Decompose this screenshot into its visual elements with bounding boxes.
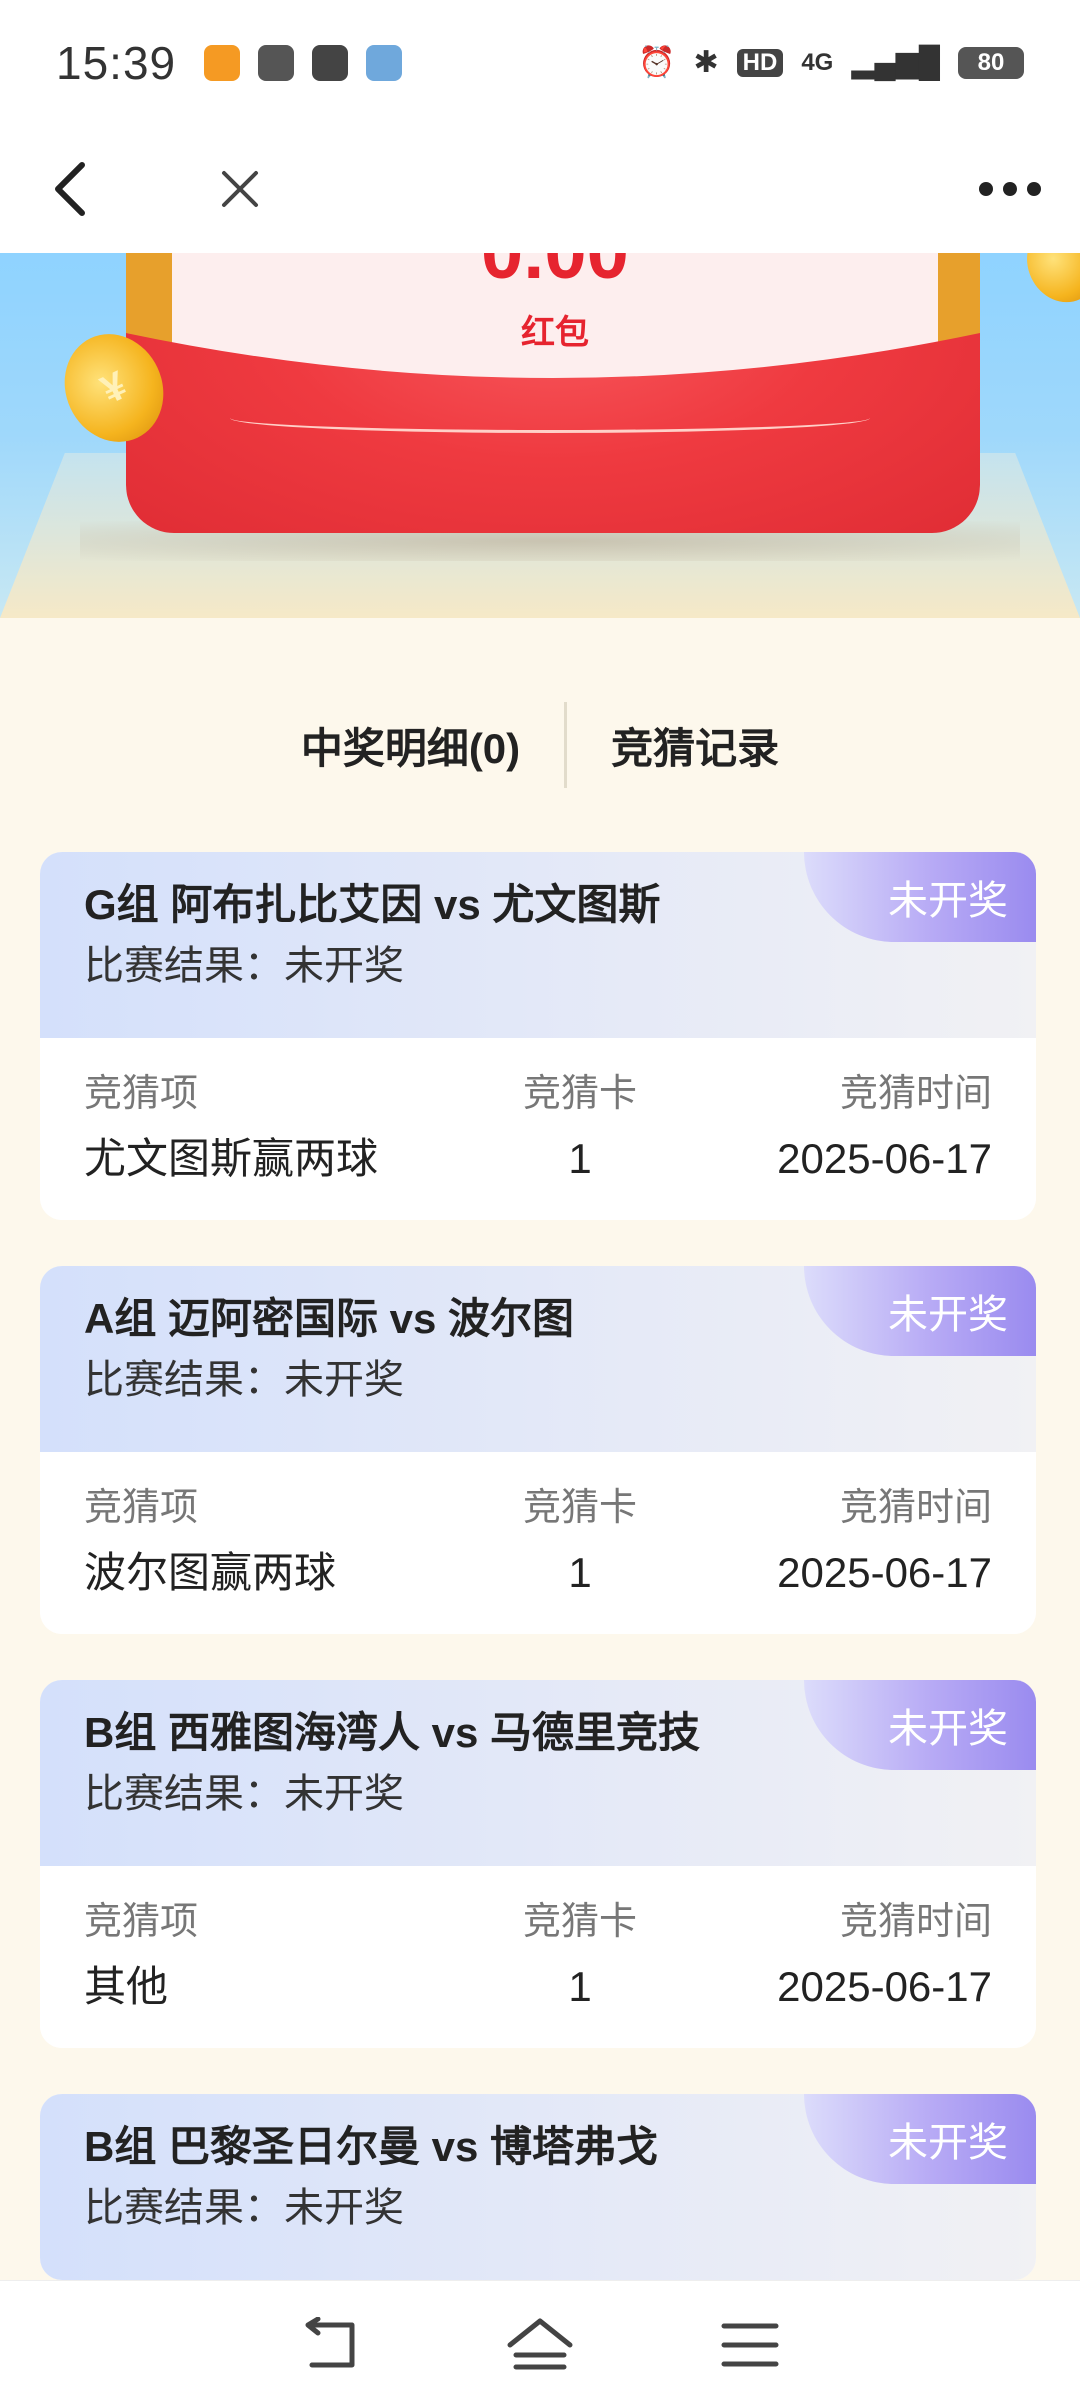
status-time: 15:39 bbox=[56, 36, 177, 89]
card-body: 竞猜项 其他 竞猜卡 1 竞猜时间 2025-06-17 bbox=[40, 1866, 1036, 2048]
status-indicators: ⏰ ✱ HD 4G ▂▄▆█ 80 bbox=[638, 45, 1024, 80]
guess-item-column: 竞猜项 其他 bbox=[84, 1900, 198, 2012]
match-result: 比赛结果：未开奖 bbox=[84, 944, 404, 989]
guess-time-label: 竞猜时间 bbox=[839, 1487, 992, 1529]
match-result: 比赛结果：未开奖 bbox=[84, 1358, 404, 1403]
guess-time-value: 2025-06-17 bbox=[777, 1962, 992, 2010]
status-bar: 15:39 ⏰ ✱ HD 4G ▂▄▆█ 80 bbox=[0, 0, 1080, 125]
guess-record-card[interactable]: B组 巴黎圣日尔曼 vs 博塔弗戈 比赛结果：未开奖 未开奖 bbox=[40, 2094, 1036, 2280]
red-packet-label: 红包 bbox=[521, 314, 589, 352]
guess-item-column: 竞猜项 尤文图斯赢两球 bbox=[84, 1072, 378, 1184]
guess-time-column: 竞猜时间 2025-06-17 bbox=[777, 1072, 992, 1184]
guess-time-label: 竞猜时间 bbox=[839, 1073, 992, 1115]
guess-card-column: 竞猜卡 1 bbox=[460, 1900, 700, 2012]
nav-bar bbox=[0, 125, 1080, 253]
app-notification-icon bbox=[312, 44, 349, 81]
more-icon[interactable] bbox=[970, 149, 1050, 229]
guess-card-label: 竞猜卡 bbox=[522, 1901, 637, 1943]
guess-card-label: 竞猜卡 bbox=[522, 1073, 637, 1115]
guess-card-value: 1 bbox=[568, 1548, 592, 1596]
guess-card-column: 竞猜卡 1 bbox=[460, 1486, 700, 1598]
system-menu-icon[interactable] bbox=[710, 2305, 790, 2385]
guess-card-column: 竞猜卡 1 bbox=[460, 1072, 700, 1184]
card-body: 竞猜项 尤文图斯赢两球 竞猜卡 1 竞猜时间 2025-06-17 bbox=[40, 1038, 1036, 1220]
guess-time-column: 竞猜时间 2025-06-17 bbox=[777, 1486, 992, 1598]
card-header: B组 西雅图海湾人 vs 马德里竞技 比赛结果：未开奖 未开奖 bbox=[40, 1680, 1036, 1866]
signal-icon: ▂▄▆█ bbox=[851, 46, 940, 79]
match-result: 比赛结果：未开奖 bbox=[84, 1772, 404, 1817]
guess-time-value: 2025-06-17 bbox=[777, 1548, 992, 1596]
coin-icon bbox=[1014, 253, 1080, 315]
status-app-icons bbox=[204, 44, 403, 81]
guess-time-column: 竞猜时间 2025-06-17 bbox=[777, 1900, 992, 2012]
guess-card-label: 竞猜卡 bbox=[522, 1487, 637, 1529]
guess-item-label: 竞猜项 bbox=[84, 1487, 199, 1529]
bluetooth-icon: ✱ bbox=[693, 46, 719, 79]
close-icon[interactable] bbox=[200, 149, 280, 229]
match-result: 比赛结果：未开奖 bbox=[84, 2186, 404, 2231]
battery-icon: 80 bbox=[958, 46, 1024, 79]
envelope-line bbox=[230, 403, 870, 433]
guess-record-card[interactable]: A组 迈阿密国际 vs 波尔图 比赛结果：未开奖 未开奖 竞猜项 波尔图赢两球 … bbox=[40, 1266, 1036, 1634]
alarm-icon: ⏰ bbox=[638, 46, 676, 79]
guess-item-value: 波尔图赢两球 bbox=[84, 1548, 337, 1596]
system-nav-bar bbox=[0, 2280, 1080, 2408]
card-header: G组 阿布扎比艾因 vs 尤文图斯 比赛结果：未开奖 未开奖 bbox=[40, 852, 1036, 1038]
guess-time-value: 2025-06-17 bbox=[777, 1134, 992, 1182]
card-header: B组 巴黎圣日尔曼 vs 博塔弗戈 比赛结果：未开奖 未开奖 bbox=[40, 2094, 1036, 2280]
network-label: 4G bbox=[801, 48, 834, 76]
app-notification-icon bbox=[366, 44, 403, 81]
guess-record-card[interactable]: B组 西雅图海湾人 vs 马德里竞技 比赛结果：未开奖 未开奖 竞猜项 其他 竞… bbox=[40, 1680, 1036, 2048]
guess-card-value: 1 bbox=[568, 1962, 592, 2010]
guess-item-value: 尤文图斯赢两球 bbox=[84, 1134, 379, 1182]
record-tabs: 中奖明细(0) 竞猜记录 bbox=[0, 690, 1080, 800]
guess-item-value: 其他 bbox=[84, 1962, 169, 2010]
guess-item-label: 竞猜项 bbox=[84, 1901, 199, 1943]
card-body: 竞猜项 波尔图赢两球 竞猜卡 1 竞猜时间 2025-06-17 bbox=[40, 1452, 1036, 1634]
guess-item-label: 竞猜项 bbox=[84, 1073, 199, 1115]
tab-winning-details[interactable]: 中奖明细(0) bbox=[257, 715, 564, 776]
red-packet-amount: 0.00 bbox=[172, 253, 938, 291]
system-back-icon[interactable] bbox=[290, 2305, 370, 2385]
guess-item-column: 竞猜项 波尔图赢两球 bbox=[84, 1486, 336, 1598]
guess-card-value: 1 bbox=[568, 1134, 592, 1182]
red-envelope-banner: 0.00 红包 ¥ bbox=[0, 253, 1080, 618]
system-home-icon[interactable] bbox=[500, 2305, 580, 2385]
guess-time-label: 竞猜时间 bbox=[839, 1901, 992, 1943]
tab-guess-records[interactable]: 竞猜记录 bbox=[567, 715, 823, 776]
back-icon[interactable] bbox=[30, 149, 110, 229]
app-notification-icon bbox=[258, 44, 295, 81]
guess-record-card[interactable]: G组 阿布扎比艾因 vs 尤文图斯 比赛结果：未开奖 未开奖 竞猜项 尤文图斯赢… bbox=[40, 852, 1036, 1220]
hd-icon: HD bbox=[736, 48, 784, 77]
card-header: A组 迈阿密国际 vs 波尔图 比赛结果：未开奖 未开奖 bbox=[40, 1266, 1036, 1452]
app-notification-icon bbox=[204, 44, 241, 81]
